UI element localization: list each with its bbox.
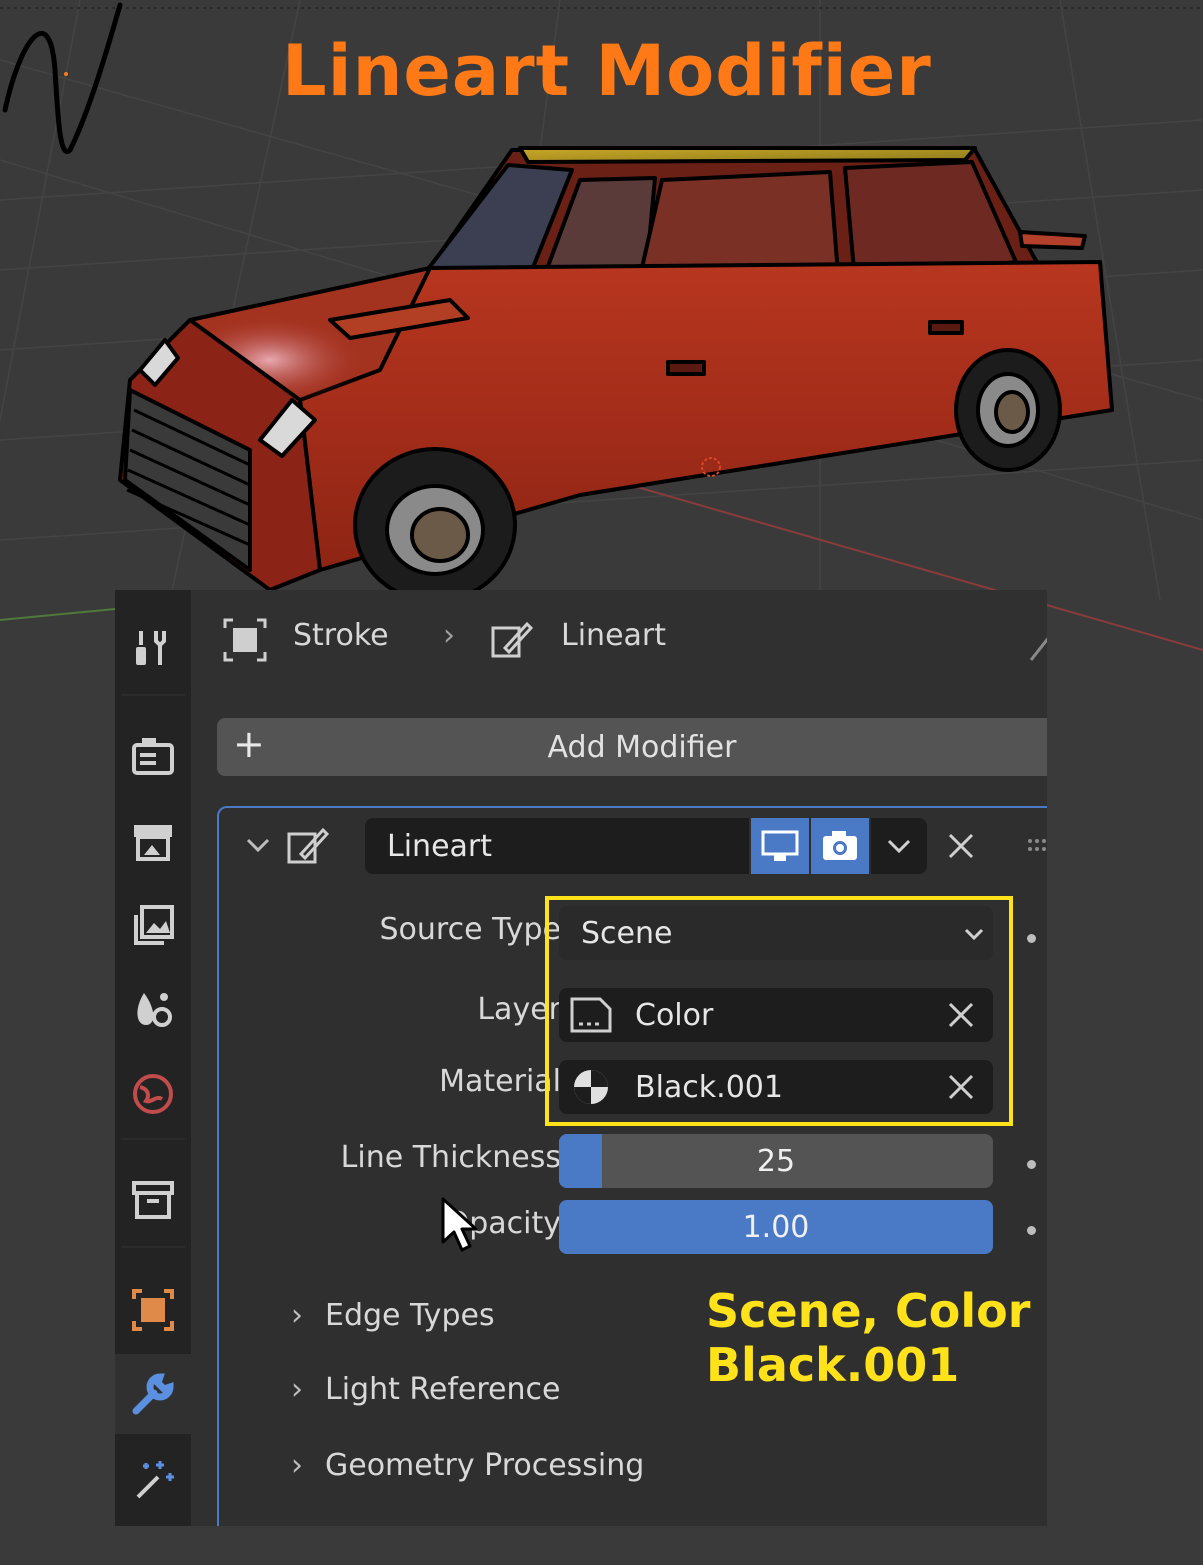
lineart-modifier-type-icon xyxy=(287,827,329,864)
chevron-down-icon xyxy=(887,839,911,854)
edge-types-subpanel[interactable]: › Edge Types xyxy=(291,1298,495,1333)
scene-icon[interactable] xyxy=(125,982,181,1038)
line-thickness-slider[interactable]: 25 xyxy=(559,1134,993,1188)
lineart-modifier-icon xyxy=(491,621,533,658)
breadcrumb-modifier: Lineart xyxy=(561,618,666,653)
geometry-processing-subpanel[interactable]: › Geometry Processing xyxy=(291,1448,644,1483)
drag-handle-icon[interactable] xyxy=(1027,838,1047,854)
tool-icon[interactable] xyxy=(125,620,181,676)
chevron-right-icon: › xyxy=(291,1298,303,1333)
material-label: Material xyxy=(439,1064,561,1099)
show-in-viewport-icon[interactable] xyxy=(751,818,809,874)
chevron-right-icon: › xyxy=(291,1372,303,1407)
add-modifier-label: Add Modifier xyxy=(547,729,737,765)
modifier-menu-dropdown[interactable] xyxy=(871,818,927,874)
add-modifier-button[interactable]: + Add Modifier xyxy=(217,718,1047,776)
modifier-name-field[interactable]: Lineart xyxy=(365,818,749,874)
mouse-cursor-icon xyxy=(441,1197,478,1252)
source-type-label: Source Type xyxy=(379,912,561,947)
effects-icon[interactable] xyxy=(125,1452,181,1508)
opacity-slider[interactable]: 1.00 xyxy=(559,1200,993,1254)
annotation-line-1: Scene, Color xyxy=(706,1284,1031,1338)
annotation-line-2: Black.001 xyxy=(706,1338,960,1392)
keyframe-dot-icon[interactable] xyxy=(1027,1226,1036,1235)
output-icon[interactable] xyxy=(125,814,181,870)
breadcrumb-separator-icon: › xyxy=(443,618,455,653)
breadcrumb-object: Stroke xyxy=(293,618,389,653)
opacity-value: 1.00 xyxy=(742,1210,810,1245)
properties-tabs xyxy=(115,590,191,1526)
show-in-render-icon[interactable] xyxy=(811,818,869,874)
overlay-title: Lineart Modifier xyxy=(282,30,932,112)
collection-icon[interactable] xyxy=(125,1172,181,1228)
world-icon[interactable] xyxy=(125,1066,181,1122)
highlight-box xyxy=(545,896,1013,1126)
remove-modifier-close-icon[interactable] xyxy=(947,832,975,860)
render-icon[interactable] xyxy=(125,728,181,784)
view-layer-icon[interactable] xyxy=(125,898,181,954)
chevron-right-icon: › xyxy=(291,1448,303,1483)
annotation: Scene, Color Black.001 xyxy=(706,1284,1030,1392)
keyframe-dot-icon[interactable] xyxy=(1027,934,1036,943)
breadcrumb: Stroke › Lineart xyxy=(191,590,1047,690)
keyframe-dot-icon[interactable] xyxy=(1027,1160,1036,1169)
stroke-object-icon xyxy=(223,618,267,662)
light-reference-subpanel[interactable]: › Light Reference xyxy=(291,1372,560,1407)
pin-icon[interactable] xyxy=(1027,626,1047,662)
creator-logo xyxy=(2,2,123,155)
plus-icon: + xyxy=(233,722,265,766)
car-model xyxy=(118,146,1114,603)
modifier-wrench-icon[interactable] xyxy=(115,1354,191,1434)
object-icon[interactable] xyxy=(125,1282,181,1338)
line-thickness-label: Line Thickness xyxy=(340,1140,561,1175)
line-thickness-value: 25 xyxy=(756,1144,796,1179)
collapse-chevron-icon[interactable] xyxy=(245,832,271,858)
